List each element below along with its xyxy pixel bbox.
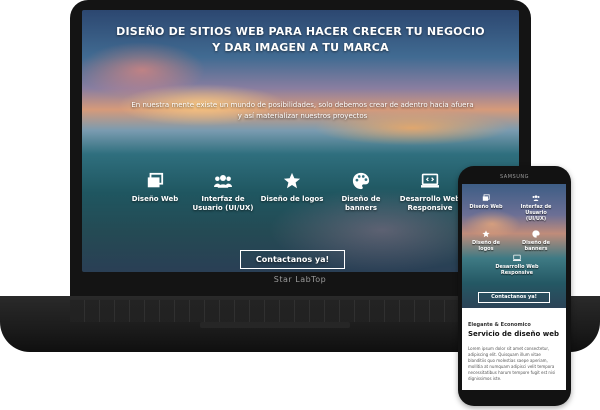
feature-responsive-dev[interactable]: Desarrollo Web Responsive <box>395 172 465 213</box>
star-icon <box>283 172 301 189</box>
feature-banner-design[interactable]: Diseño de banners <box>326 172 396 213</box>
window-icon <box>147 172 164 188</box>
feature-web-design[interactable]: Diseño Web <box>120 172 190 204</box>
code-icon <box>513 254 521 261</box>
contact-button[interactable]: Contactanos ya! <box>240 250 345 269</box>
phone-feature-ui-ux[interactable]: Interfaz de Usuario (UI/UX) <box>516 194 556 222</box>
phone-kicker: Elegante & Economico <box>468 322 531 328</box>
phone-feature-responsive-dev[interactable]: Desarrollo Web Responsive <box>494 254 540 276</box>
star-icon <box>482 230 490 238</box>
phone-body-text: Lorem ipsum dolor sit amet consectetur, … <box>468 346 556 381</box>
users-icon <box>532 195 540 201</box>
code-icon <box>421 173 439 188</box>
window-icon <box>482 194 490 201</box>
hero-subtitle-line-2: y así materializar nuestros proyectos <box>237 112 368 120</box>
feature-label: Diseño de banners <box>341 195 381 212</box>
hero-title-line-2: Y DAR IMAGEN A TU MARCA <box>212 41 389 54</box>
hero-title-line-1: DISEÑO DE SITIOS WEB PARA HACER CRECER T… <box>116 25 485 38</box>
feature-label: Diseño Web <box>131 195 179 203</box>
phone-feature-label: Diseño de logos <box>472 240 500 252</box>
users-icon <box>214 175 232 188</box>
feature-logo-design[interactable]: Diseño de logos <box>257 172 327 204</box>
phone-feature-label: Diseño de banners <box>522 240 550 252</box>
hero-title: DISEÑO DE SITIOS WEB PARA HACER CRECER T… <box>82 24 519 56</box>
phone-feature-banner-design[interactable]: Diseño de banners <box>516 230 556 252</box>
phone-feature-label: Desarrollo Web Responsive <box>495 264 539 276</box>
feature-ui-ux[interactable]: Interfaz de Usuario (UI/UX) <box>188 172 258 213</box>
palette-icon <box>352 172 370 190</box>
phone-feature-label: Diseño Web <box>469 204 503 210</box>
feature-label: Interfaz de Usuario (UI/UX) <box>192 195 254 212</box>
phone-heading: Servicio de diseño web <box>468 330 559 338</box>
phone-feature-web-design[interactable]: Diseño Web <box>466 194 506 210</box>
feature-label: Diseño de logos <box>260 195 324 203</box>
hero-subtitle-line-1: En nuestra mente existe un mundo de posi… <box>131 101 474 109</box>
palette-icon <box>532 230 540 238</box>
hero-subtitle: En nuestra mente existe un mundo de posi… <box>120 100 485 122</box>
phone-feature-logo-design[interactable]: Diseño de logos <box>466 230 506 252</box>
laptop-keyboard <box>70 300 460 322</box>
phone-feature-label: Interfaz de Usuario (UI/UX) <box>520 204 552 222</box>
laptop-trackpad <box>200 322 350 328</box>
phone-brand-label: SAMSUNG <box>500 174 529 180</box>
phone-contact-button[interactable]: Contactanos ya! <box>478 292 550 303</box>
feature-label: Desarrollo Web Responsive <box>399 195 461 212</box>
